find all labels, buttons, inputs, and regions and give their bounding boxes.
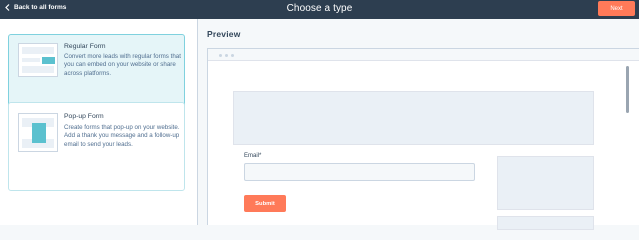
- preview-header-block: [233, 91, 594, 145]
- page-title: Choose a type: [286, 3, 353, 14]
- form-type-list: Regular Form Convert more leads with reg…: [0, 19, 198, 225]
- browser-dot-icon: [219, 54, 222, 57]
- regular-form-description: Convert more leads with regular forms th…: [64, 53, 181, 77]
- preview-sidebar-block: [497, 216, 594, 230]
- preview-heading: Preview: [207, 29, 241, 39]
- regular-form-thumbnail-icon: [18, 43, 58, 77]
- popup-form-description: Create forms that pop-up on your website…: [64, 124, 180, 148]
- email-field[interactable]: [244, 163, 475, 181]
- submit-button[interactable]: Submit: [244, 195, 286, 212]
- preview-scrollbar[interactable]: [626, 66, 629, 113]
- browser-dot-icon: [225, 54, 228, 57]
- next-button[interactable]: Next: [598, 1, 635, 16]
- top-bar: Back to all forms Choose a type Next: [0, 0, 639, 19]
- email-field-label: Email*: [244, 153, 262, 159]
- browser-dot-icon: [231, 54, 234, 57]
- browser-bar: [208, 49, 639, 61]
- preview-sidebar-block: [497, 156, 594, 210]
- popup-form-thumbnail-icon: [18, 113, 58, 152]
- regular-form-option[interactable]: Regular Form Convert more leads with reg…: [8, 34, 185, 110]
- regular-form-title: Regular Form: [64, 43, 106, 50]
- popup-form-title: Pop-up Form: [64, 113, 104, 120]
- popup-form-option[interactable]: Pop-up Form Create forms that pop-up on …: [8, 102, 185, 191]
